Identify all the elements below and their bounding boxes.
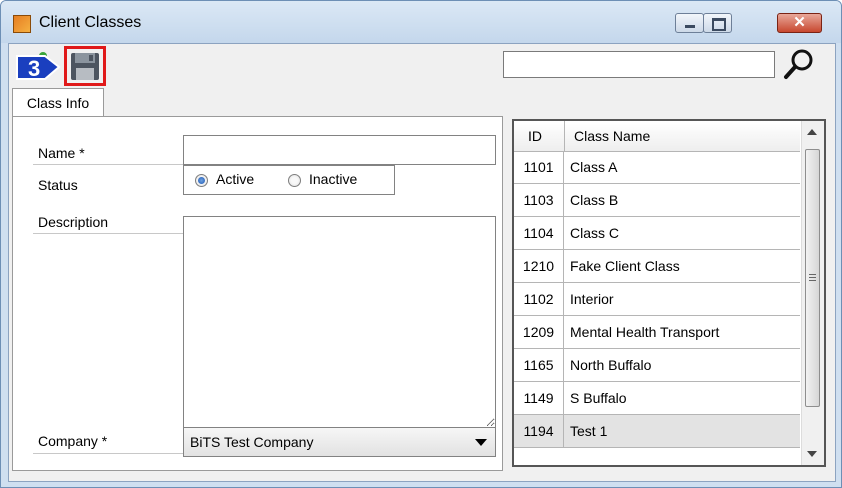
table-row[interactable]: 1194 Test 1 bbox=[514, 415, 800, 448]
minimize-button[interactable] bbox=[675, 13, 704, 33]
status-inactive-label[interactable]: Inactive bbox=[309, 171, 357, 187]
app-icon bbox=[13, 15, 31, 33]
table-row[interactable]: 1103 Class B bbox=[514, 184, 800, 217]
status-active-label[interactable]: Active bbox=[216, 171, 254, 187]
client-area: 3 Class Info Name * Status Active Inacti… bbox=[8, 43, 836, 482]
column-header-class-name[interactable]: Class Name bbox=[574, 121, 650, 151]
maximize-icon bbox=[712, 18, 726, 31]
column-divider bbox=[564, 121, 565, 151]
cell-class-name: Class C bbox=[570, 225, 620, 241]
tab-class-info[interactable]: Class Info bbox=[12, 88, 104, 116]
grip-line bbox=[809, 280, 816, 281]
class-list-grid: ID Class Name 1101 Class A 1103 Class B 1104… bbox=[512, 119, 826, 467]
cell-class-name: North Buffalo bbox=[570, 357, 652, 373]
divider bbox=[33, 164, 183, 165]
class-info-panel: Name * Status Active Inactive Descriptio… bbox=[12, 116, 503, 471]
description-label: Description bbox=[38, 214, 109, 230]
cell-id: 1210 bbox=[514, 250, 564, 282]
maximize-button[interactable] bbox=[703, 13, 732, 33]
company-selected-value: BiTS Test Company bbox=[190, 434, 314, 450]
cell-id: 1194 bbox=[514, 415, 564, 447]
divider bbox=[33, 233, 183, 234]
name-field[interactable] bbox=[183, 135, 496, 165]
table-row[interactable]: 1101 Class A bbox=[514, 151, 800, 184]
column-header-id[interactable]: ID bbox=[528, 121, 542, 151]
cell-class-name: Fake Client Class bbox=[570, 258, 680, 274]
search-input[interactable] bbox=[503, 51, 775, 78]
table-row[interactable]: 1104 Class C bbox=[514, 217, 800, 250]
cell-class-name: Class A bbox=[570, 159, 618, 175]
cell-id: 1165 bbox=[514, 349, 564, 381]
status-radio-group: Active Inactive bbox=[183, 165, 395, 195]
status-active-radio[interactable] bbox=[195, 174, 208, 187]
scroll-thumb[interactable] bbox=[805, 149, 820, 407]
floppy-disk-icon bbox=[71, 53, 99, 80]
table-row[interactable]: 1210 Fake Client Class bbox=[514, 250, 800, 283]
table-row[interactable]: 1102 Interior bbox=[514, 283, 800, 316]
scroll-up-icon[interactable] bbox=[807, 129, 817, 135]
description-field[interactable] bbox=[183, 216, 496, 428]
chevron-down-icon bbox=[475, 439, 487, 446]
table-row[interactable]: 1209 Mental Health Transport bbox=[514, 316, 800, 349]
grip-line bbox=[809, 277, 816, 278]
cell-class-name: Class B bbox=[570, 192, 619, 208]
magnifier-icon bbox=[784, 49, 813, 79]
grip-line bbox=[809, 274, 816, 275]
scroll-down-icon[interactable] bbox=[807, 451, 817, 457]
cell-id: 1149 bbox=[514, 382, 564, 414]
minimize-icon bbox=[685, 25, 695, 28]
divider bbox=[33, 453, 183, 454]
close-icon: ✕ bbox=[793, 14, 806, 31]
company-label: Company * bbox=[38, 433, 108, 449]
status-inactive-radio[interactable] bbox=[288, 174, 301, 187]
grid-header: ID Class Name bbox=[514, 121, 800, 152]
window-title: Client Classes bbox=[39, 14, 142, 31]
cell-id: 1101 bbox=[514, 151, 564, 183]
cell-class-name: Test 1 bbox=[570, 423, 608, 439]
cell-id: 1102 bbox=[514, 283, 564, 315]
search-button[interactable] bbox=[781, 47, 817, 81]
cell-class-name: S Buffalo bbox=[570, 390, 627, 406]
close-button[interactable]: ✕ bbox=[777, 13, 822, 33]
step-arrow-badge: 3 bbox=[16, 52, 61, 81]
status-label: Status bbox=[38, 177, 78, 193]
vertical-scrollbar[interactable] bbox=[801, 121, 824, 465]
title-bar: Client Classes ✕ bbox=[1, 1, 841, 43]
cell-id: 1103 bbox=[514, 184, 564, 216]
step-number: 3 bbox=[28, 56, 40, 81]
cell-class-name: Interior bbox=[570, 291, 614, 307]
name-label: Name * bbox=[38, 145, 85, 161]
company-select[interactable]: BiTS Test Company bbox=[183, 427, 496, 457]
cell-id: 1104 bbox=[514, 217, 564, 249]
client-classes-window: Client Classes ✕ 3 Class Info Name * Sta… bbox=[0, 0, 842, 488]
cell-id: 1209 bbox=[514, 316, 564, 348]
save-button[interactable] bbox=[64, 46, 106, 86]
cell-class-name: Mental Health Transport bbox=[570, 324, 720, 340]
table-row[interactable]: 1149 S Buffalo bbox=[514, 382, 800, 415]
table-row[interactable]: 1165 North Buffalo bbox=[514, 349, 800, 382]
